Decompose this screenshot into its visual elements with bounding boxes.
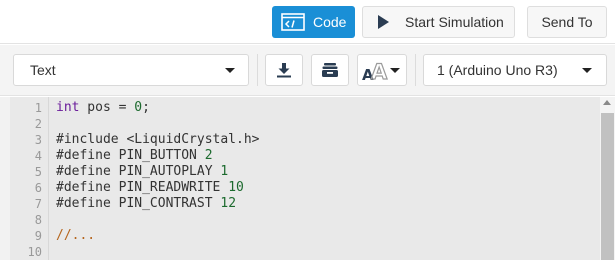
download-button[interactable] [265, 54, 303, 86]
start-simulation-button[interactable]: Start Simulation [362, 6, 515, 38]
top-toolbar: Code Start Simulation Send To [0, 0, 615, 44]
line-number: 1 [34, 101, 42, 115]
line-number: 10 [27, 245, 42, 259]
code-line[interactable]: 10 [10, 244, 600, 260]
mode-select-value: Text [30, 62, 56, 78]
svg-text:A: A [371, 60, 388, 81]
chevron-down-icon [390, 68, 400, 73]
line-number: 6 [34, 181, 42, 195]
code-line[interactable]: 1 int pos = 0; [10, 100, 600, 116]
code-line[interactable]: 3 #include <LiquidCrystal.h> [10, 132, 600, 148]
start-simulation-label: Start Simulation [405, 14, 504, 30]
scrollbar-thumb[interactable] [601, 113, 614, 260]
code-button-label: Code [313, 14, 347, 30]
toolbar-divider [415, 54, 416, 86]
line-text[interactable]: int pos = 0; [56, 100, 150, 116]
line-number: 7 [34, 197, 42, 211]
line-text[interactable]: #define PIN_READWRITE 10 [56, 180, 244, 196]
code-line[interactable]: 2 [10, 116, 600, 132]
line-text[interactable]: #include <LiquidCrystal.h> [56, 132, 260, 148]
code-text-area[interactable]: 1 int pos = 0; 2 3 #include <LiquidCrystal.h… [10, 97, 600, 260]
code-lines: 1 int pos = 0; 2 3 #include <LiquidCrystal.h… [10, 100, 600, 260]
library-icon [322, 63, 338, 77]
line-text[interactable]: #define PIN_BUTTON 2 [56, 148, 213, 164]
code-button[interactable]: Code [272, 6, 355, 38]
editor-toolbar: Text A A 1 (Arduino Uno R3) [0, 45, 615, 96]
library-button[interactable] [311, 54, 349, 86]
line-number: 9 [34, 229, 42, 243]
play-icon [378, 15, 389, 29]
line-number: 2 [34, 117, 42, 131]
chevron-down-icon [582, 68, 592, 73]
code-line[interactable]: 4 #define PIN_BUTTON 2 [10, 148, 600, 164]
line-number: 8 [34, 213, 42, 227]
scroll-up-icon[interactable] [603, 100, 611, 105]
send-to-button[interactable]: Send To [527, 6, 607, 38]
board-select-value: 1 (Arduino Uno R3) [437, 62, 558, 78]
editor-margin [0, 97, 10, 260]
editor-scrollbar[interactable] [600, 97, 615, 260]
code-editor[interactable]: 1 int pos = 0; 2 3 #include <LiquidCrystal.h… [0, 97, 615, 260]
code-line[interactable]: 9 //... [10, 228, 600, 244]
code-icon [281, 13, 305, 31]
code-line[interactable]: 8 [10, 212, 600, 228]
toolbar-divider [257, 54, 258, 86]
line-text[interactable]: #define PIN_CONTRAST 12 [56, 196, 236, 212]
code-line[interactable]: 5 #define PIN_AUTOPLAY 1 [10, 164, 600, 180]
line-number: 3 [34, 133, 42, 147]
chevron-down-icon [225, 68, 235, 73]
font-size-icon: A A [362, 59, 389, 81]
board-select[interactable]: 1 (Arduino Uno R3) [423, 54, 607, 86]
send-to-label: Send To [541, 14, 593, 30]
line-number: 4 [34, 149, 42, 163]
line-number: 5 [34, 165, 42, 179]
font-size-button[interactable]: A A [357, 54, 407, 86]
line-text[interactable]: //... [56, 228, 95, 244]
mode-select[interactable]: Text [13, 54, 249, 86]
code-line[interactable]: 6 #define PIN_READWRITE 10 [10, 180, 600, 196]
download-icon [277, 63, 291, 78]
line-text[interactable]: #define PIN_AUTOPLAY 1 [56, 164, 228, 180]
code-line[interactable]: 7 #define PIN_CONTRAST 12 [10, 196, 600, 212]
